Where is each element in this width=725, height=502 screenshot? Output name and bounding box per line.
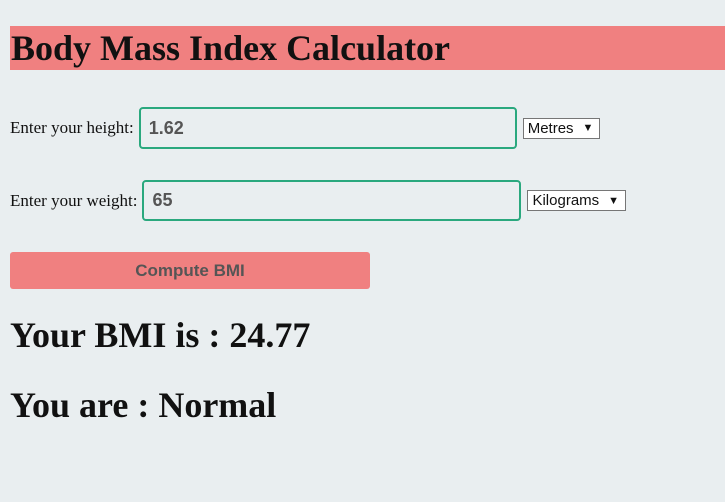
height-unit-select[interactable]: Metres ▼ <box>522 117 601 139</box>
weight-input[interactable] <box>142 180 522 221</box>
weight-unit-select[interactable]: Kilograms ▼ <box>527 190 627 211</box>
weight-label: Enter your weight: <box>10 190 138 210</box>
weight-unit-value: Kilograms <box>532 192 600 209</box>
height-row: Enter your height: Metres ▼ <box>10 107 601 149</box>
compute-bmi-button[interactable]: Compute BMI <box>10 252 370 289</box>
bmi-result: Your BMI is : 24.77 <box>10 315 311 355</box>
height-unit-value: Metres <box>527 119 574 137</box>
bmi-category-result: You are : Normal <box>10 385 277 425</box>
height-label: Enter your height: <box>10 118 134 137</box>
height-input[interactable] <box>138 107 517 149</box>
chevron-down-icon: ▼ <box>582 122 594 134</box>
weight-row: Enter your weight: Kilograms ▼ <box>10 180 627 221</box>
chevron-down-icon: ▼ <box>608 194 620 207</box>
page-header: Body Mass Index Calculator <box>10 26 725 70</box>
page-title: Body Mass Index Calculator <box>11 28 451 68</box>
